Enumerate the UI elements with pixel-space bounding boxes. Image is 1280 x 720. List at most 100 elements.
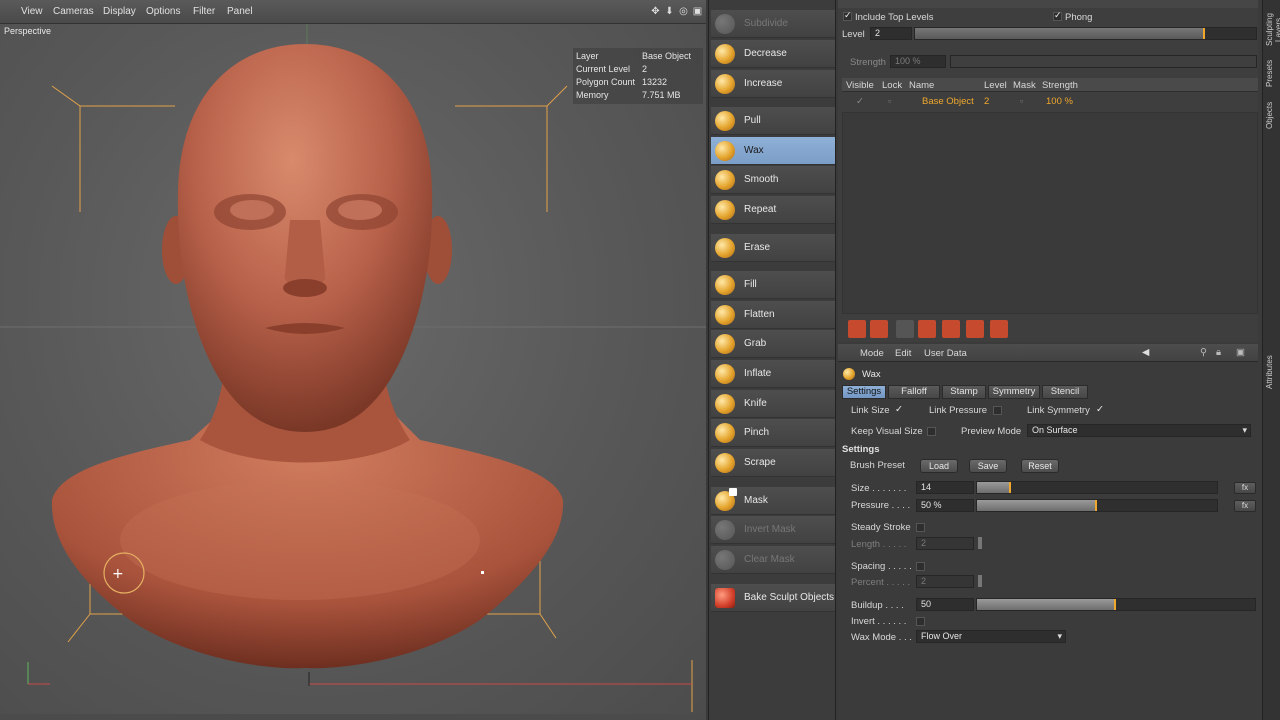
tool-pull-button[interactable]: Pull xyxy=(711,107,835,135)
menu-panel[interactable]: Panel xyxy=(227,6,253,17)
search-icon[interactable]: ⚲ xyxy=(1200,347,1207,358)
include-top-levels-checkbox[interactable] xyxy=(843,10,852,21)
layer-mask-toggle[interactable]: ▫ xyxy=(1020,96,1023,107)
move-view-icon[interactable]: ✥ xyxy=(650,6,661,17)
tab-settings[interactable]: Settings xyxy=(842,385,886,399)
link-pressure-checkbox[interactable] xyxy=(993,406,1002,415)
sidetab-attributes[interactable]: Attributes xyxy=(1265,348,1279,396)
tool-subdivide-button[interactable]: Subdivide xyxy=(711,10,835,38)
tool-smooth-button[interactable]: Smooth xyxy=(711,166,835,194)
steady-stroke-checkbox[interactable] xyxy=(916,523,925,532)
strength-field[interactable]: 100 % xyxy=(890,55,946,68)
spacing-checkbox[interactable] xyxy=(916,562,925,571)
strength-slider[interactable] xyxy=(950,55,1257,68)
menu-view[interactable]: View xyxy=(21,6,43,17)
lock-icon[interactable]: 🔒︎ xyxy=(1216,347,1221,358)
tool-fill-button[interactable]: Fill xyxy=(711,271,835,299)
sidetab-objects[interactable]: Objects xyxy=(1265,96,1279,134)
tool-increase-button[interactable]: Increase xyxy=(711,70,835,98)
wax-mode-label: Wax Mode . . . xyxy=(851,632,912,643)
pressure-fx-button[interactable]: fx xyxy=(1234,500,1256,512)
layer-row[interactable]: ✓ ▫ Base Object 2 ▫ 100 % xyxy=(842,95,1258,109)
save-button[interactable]: Save xyxy=(969,459,1007,473)
load-button[interactable]: Load xyxy=(920,459,958,473)
link-symmetry-check[interactable]: ✓ xyxy=(1096,404,1104,415)
sidetab-presets[interactable]: Presets xyxy=(1265,58,1279,88)
menu-options[interactable]: Options xyxy=(146,6,180,17)
sidetab-sculpting-layers[interactable]: Sculpting Layers xyxy=(1265,4,1280,56)
layer-name[interactable]: Base Object xyxy=(922,96,974,107)
delete-layer-icon[interactable] xyxy=(918,320,936,338)
tool-bake-sculpt-objects-button[interactable]: Bake Sculpt Objects xyxy=(711,584,835,612)
tab-symmetry[interactable]: Symmetry xyxy=(988,385,1040,399)
back-arrow-icon[interactable]: ◀ xyxy=(1142,347,1149,358)
disabled-layer-icon[interactable] xyxy=(896,320,914,338)
tool-label: Smooth xyxy=(744,174,779,185)
inflate-icon xyxy=(715,364,735,384)
tool-knife-button[interactable]: Knife xyxy=(711,390,835,418)
layer-lock-toggle[interactable]: ▫ xyxy=(888,96,891,107)
link-size-check[interactable]: ✓ xyxy=(895,404,903,415)
menu-cameras[interactable]: Cameras xyxy=(53,6,94,17)
attr-menu-user-data[interactable]: User Data xyxy=(924,348,967,359)
tool-erase-button[interactable]: Erase xyxy=(711,234,835,262)
include-top-levels-label: Include Top Levels xyxy=(855,12,934,23)
side-tabs: Sculpting Layers Presets Objects Attribu… xyxy=(1262,0,1280,720)
zoom-view-icon[interactable]: ⬇ xyxy=(664,6,675,17)
pull-icon xyxy=(715,111,735,131)
keep-visual-size-label: Keep Visual Size xyxy=(851,426,923,437)
length-field[interactable]: 2 xyxy=(916,537,974,550)
attr-menu-edit[interactable]: Edit xyxy=(895,348,911,359)
tab-stencil[interactable]: Stencil xyxy=(1042,385,1088,399)
phong-checkbox[interactable] xyxy=(1053,10,1062,21)
pressure-field[interactable]: 50 % xyxy=(916,499,974,512)
bake-sculpt-objects-icon xyxy=(715,588,735,608)
reset-button[interactable]: Reset xyxy=(1021,459,1059,473)
buildup-slider[interactable] xyxy=(976,598,1256,611)
new-window-icon[interactable]: ▣ xyxy=(1236,347,1245,358)
attr-menu-mode[interactable]: Mode xyxy=(860,348,884,359)
keep-visual-size-checkbox[interactable] xyxy=(927,427,936,436)
pressure-slider[interactable] xyxy=(976,499,1218,512)
add-folder-icon[interactable] xyxy=(870,320,888,338)
level-field[interactable]: 2 xyxy=(870,27,912,40)
tool-invert-mask-button[interactable]: Invert Mask xyxy=(711,516,835,544)
size-slider[interactable] xyxy=(976,481,1218,494)
merge-layer-icon[interactable] xyxy=(942,320,960,338)
maximize-view-icon[interactable]: ▣ xyxy=(692,6,703,17)
wax-mode-dropdown[interactable]: Flow Over xyxy=(916,630,1066,643)
invert-checkbox[interactable] xyxy=(916,617,925,626)
menu-display[interactable]: Display xyxy=(103,6,136,17)
menu-filter[interactable]: Filter xyxy=(193,6,215,17)
rotate-view-icon[interactable]: ◎ xyxy=(678,6,689,17)
sculpt-tools-palette: Subdivide Decrease Increase Pull Wax Smooth Re… xyxy=(708,0,836,720)
attr-tool-name: Wax xyxy=(862,369,881,380)
viewport-panel[interactable]: View Cameras Display Options Filter Pane… xyxy=(0,0,706,720)
percent-field[interactable]: 2 xyxy=(916,575,974,588)
buildup-field[interactable]: 50 xyxy=(916,598,974,611)
viewport-canvas[interactable]: + xyxy=(0,24,706,714)
tool-inflate-button[interactable]: Inflate xyxy=(711,360,835,388)
tool-wax-button[interactable]: Wax xyxy=(711,137,835,165)
length-slider-knob[interactable] xyxy=(978,537,982,549)
tool-pinch-button[interactable]: Pinch xyxy=(711,419,835,447)
tool-decrease-button[interactable]: Decrease xyxy=(711,40,835,68)
size-fx-button[interactable]: fx xyxy=(1234,482,1256,494)
knife-icon xyxy=(715,394,735,414)
tool-grab-button[interactable]: Grab xyxy=(711,330,835,358)
tab-stamp[interactable]: Stamp xyxy=(942,385,986,399)
copy-layer-icon[interactable] xyxy=(966,320,984,338)
level-slider[interactable] xyxy=(914,27,1257,40)
percent-slider-knob[interactable] xyxy=(978,575,982,587)
tool-clear-mask-button[interactable]: Clear Mask xyxy=(711,546,835,574)
size-field[interactable]: 14 xyxy=(916,481,974,494)
tab-falloff[interactable]: Falloff xyxy=(888,385,940,399)
tool-flatten-button[interactable]: Flatten xyxy=(711,301,835,329)
layer-visible-check[interactable]: ✓ xyxy=(856,96,864,107)
tool-scrape-button[interactable]: Scrape xyxy=(711,449,835,477)
add-layer-icon[interactable] xyxy=(848,320,866,338)
tool-repeat-button[interactable]: Repeat xyxy=(711,196,835,224)
paste-layer-icon[interactable] xyxy=(990,320,1008,338)
preview-mode-dropdown[interactable]: On Surface xyxy=(1027,424,1251,437)
tool-mask-button[interactable]: Mask xyxy=(711,487,835,515)
